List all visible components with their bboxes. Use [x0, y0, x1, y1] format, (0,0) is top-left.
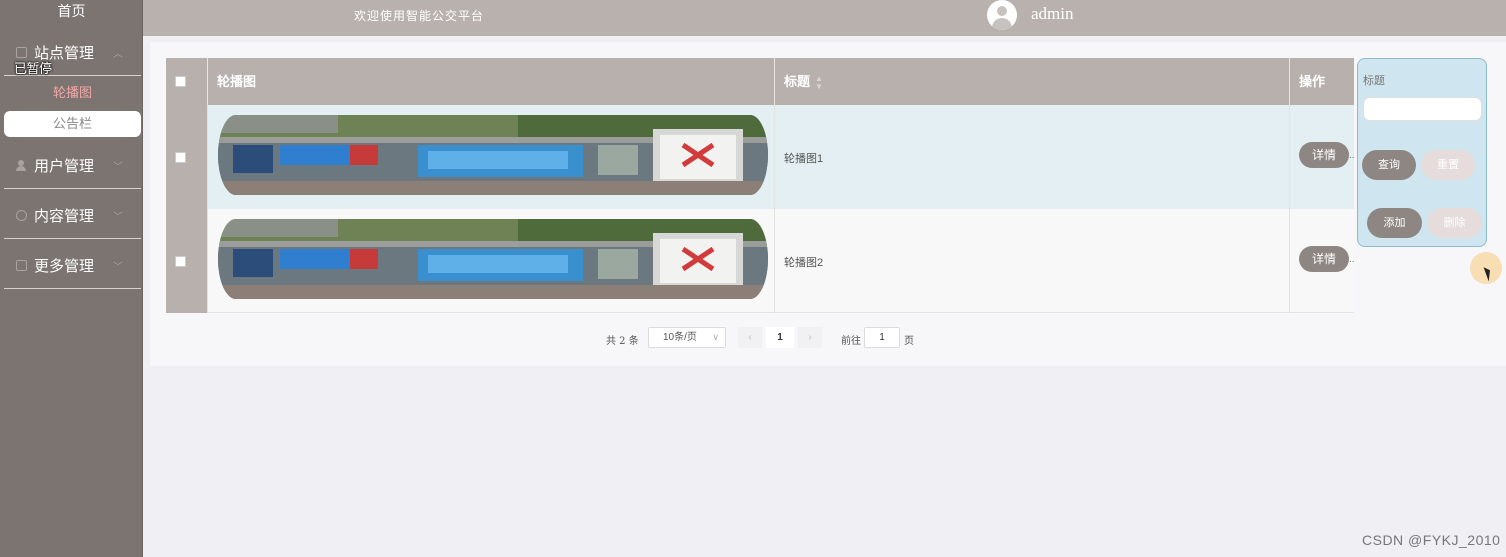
sidebar-menu-user[interactable]: 用户管理 ﹀ [4, 143, 141, 189]
chevron-down-icon: ﹀ [113, 212, 123, 223]
actions-cell: 详情 [1290, 209, 1354, 313]
overflow-dots: .. [1349, 254, 1355, 265]
person-icon [16, 160, 27, 171]
current-page[interactable]: 1 [766, 327, 794, 348]
topbar: 欢迎使用智能公交平台 admin [143, 0, 1506, 36]
table-row: 轮播图1 详情 [166, 105, 1354, 209]
copy-icon [16, 260, 27, 271]
sidebar-menu-content[interactable]: 内容管理 ﹀ [4, 193, 141, 239]
header-title-label: 标题 [784, 74, 811, 89]
carousel-image-cell [208, 105, 775, 209]
goto-label: 前往 [841, 336, 861, 347]
sort-icon[interactable]: ▲ ▼ [815, 74, 823, 91]
sidebar-item-home[interactable]: 首页 [0, 0, 143, 26]
title-cell: 轮播图2 [775, 209, 1290, 313]
detail-button[interactable]: 详情 [1299, 246, 1349, 272]
sidebar-item-carousel[interactable]: 轮播图 [4, 80, 141, 106]
goto-unit: 页 [904, 336, 914, 347]
row-select-cell [166, 209, 208, 313]
prev-page-button[interactable]: ‹ [738, 327, 762, 348]
chevron-down-icon: ﹀ [113, 162, 123, 173]
carousel-image-cell [208, 209, 775, 313]
search-title-label: 标题 [1363, 75, 1385, 87]
page-size-select[interactable]: 10条/页 ∨ [648, 327, 726, 348]
row-checkbox[interactable] [175, 152, 186, 163]
header-actions: 操作 [1299, 74, 1326, 89]
delete-button[interactable]: 删除 [1427, 208, 1482, 238]
header-select-cell [166, 58, 208, 105]
reset-button[interactable]: 重置 [1421, 150, 1475, 180]
sidebar-menu-more[interactable]: 更多管理 ﹀ [4, 243, 141, 289]
table-row: 轮播图2 详情 [166, 209, 1354, 313]
paused-overlay-text: 已暂停 [14, 61, 52, 76]
username[interactable]: admin [1031, 4, 1074, 24]
row-title: 轮播图1 [784, 153, 824, 165]
detail-button[interactable]: 详情 [1299, 142, 1349, 168]
title-cell: 轮播图1 [775, 105, 1290, 209]
chevron-down-icon: ﹀ [113, 262, 123, 273]
next-page-button[interactable]: › [798, 327, 822, 348]
query-button[interactable]: 查询 [1362, 150, 1416, 180]
sidebar-menu-label: 更多管理 [34, 258, 95, 275]
pagination-total: 共 2 条 [606, 336, 639, 347]
goto-page-input[interactable]: 1 [864, 327, 900, 348]
search-panel: 标题 查询 重置 添加 删除 [1357, 58, 1487, 247]
page-size-value: 10条/页 [663, 332, 697, 343]
sidebar-menu-label: 用户管理 [34, 158, 95, 175]
overflow-dots: .. [1349, 150, 1355, 161]
chevron-down-icon: ∨ [712, 332, 719, 342]
carousel-image [218, 219, 768, 299]
header-carousel: 轮播图 [208, 58, 775, 105]
actions-cell: 详情 [1290, 105, 1354, 209]
chevron-up-icon: ︿ [113, 49, 123, 60]
square-icon [16, 47, 27, 58]
table-header: 轮播图 标题 ▲ ▼ 操作 [166, 58, 1354, 105]
title-search-input[interactable] [1363, 97, 1482, 121]
row-checkbox[interactable] [175, 256, 186, 267]
row-select-cell [166, 105, 208, 209]
sidebar: 首页 站点管理 ︿ 轮播图 公告栏 用户管理 ﹀ 内容管理 ﹀ 更多管理 ﹀ 已… [0, 0, 143, 557]
data-table: 轮播图 标题 ▲ ▼ 操作 轮播图1 详情 轮播图2 详情 [166, 58, 1354, 313]
welcome-text: 欢迎使用智能公交平台 [354, 9, 485, 23]
sidebar-item-notice[interactable]: 公告栏 [4, 111, 141, 137]
add-button[interactable]: 添加 [1367, 208, 1422, 238]
chat-icon [16, 210, 27, 221]
row-title: 轮播图2 [784, 257, 824, 269]
header-title[interactable]: 标题 ▲ ▼ [775, 58, 1290, 105]
sidebar-menu-label: 内容管理 [34, 208, 95, 225]
select-all-checkbox[interactable] [175, 76, 186, 87]
avatar-icon[interactable] [987, 0, 1017, 30]
watermark: CSDN @FYKJ_2010 [1362, 532, 1501, 548]
carousel-image [218, 115, 768, 195]
